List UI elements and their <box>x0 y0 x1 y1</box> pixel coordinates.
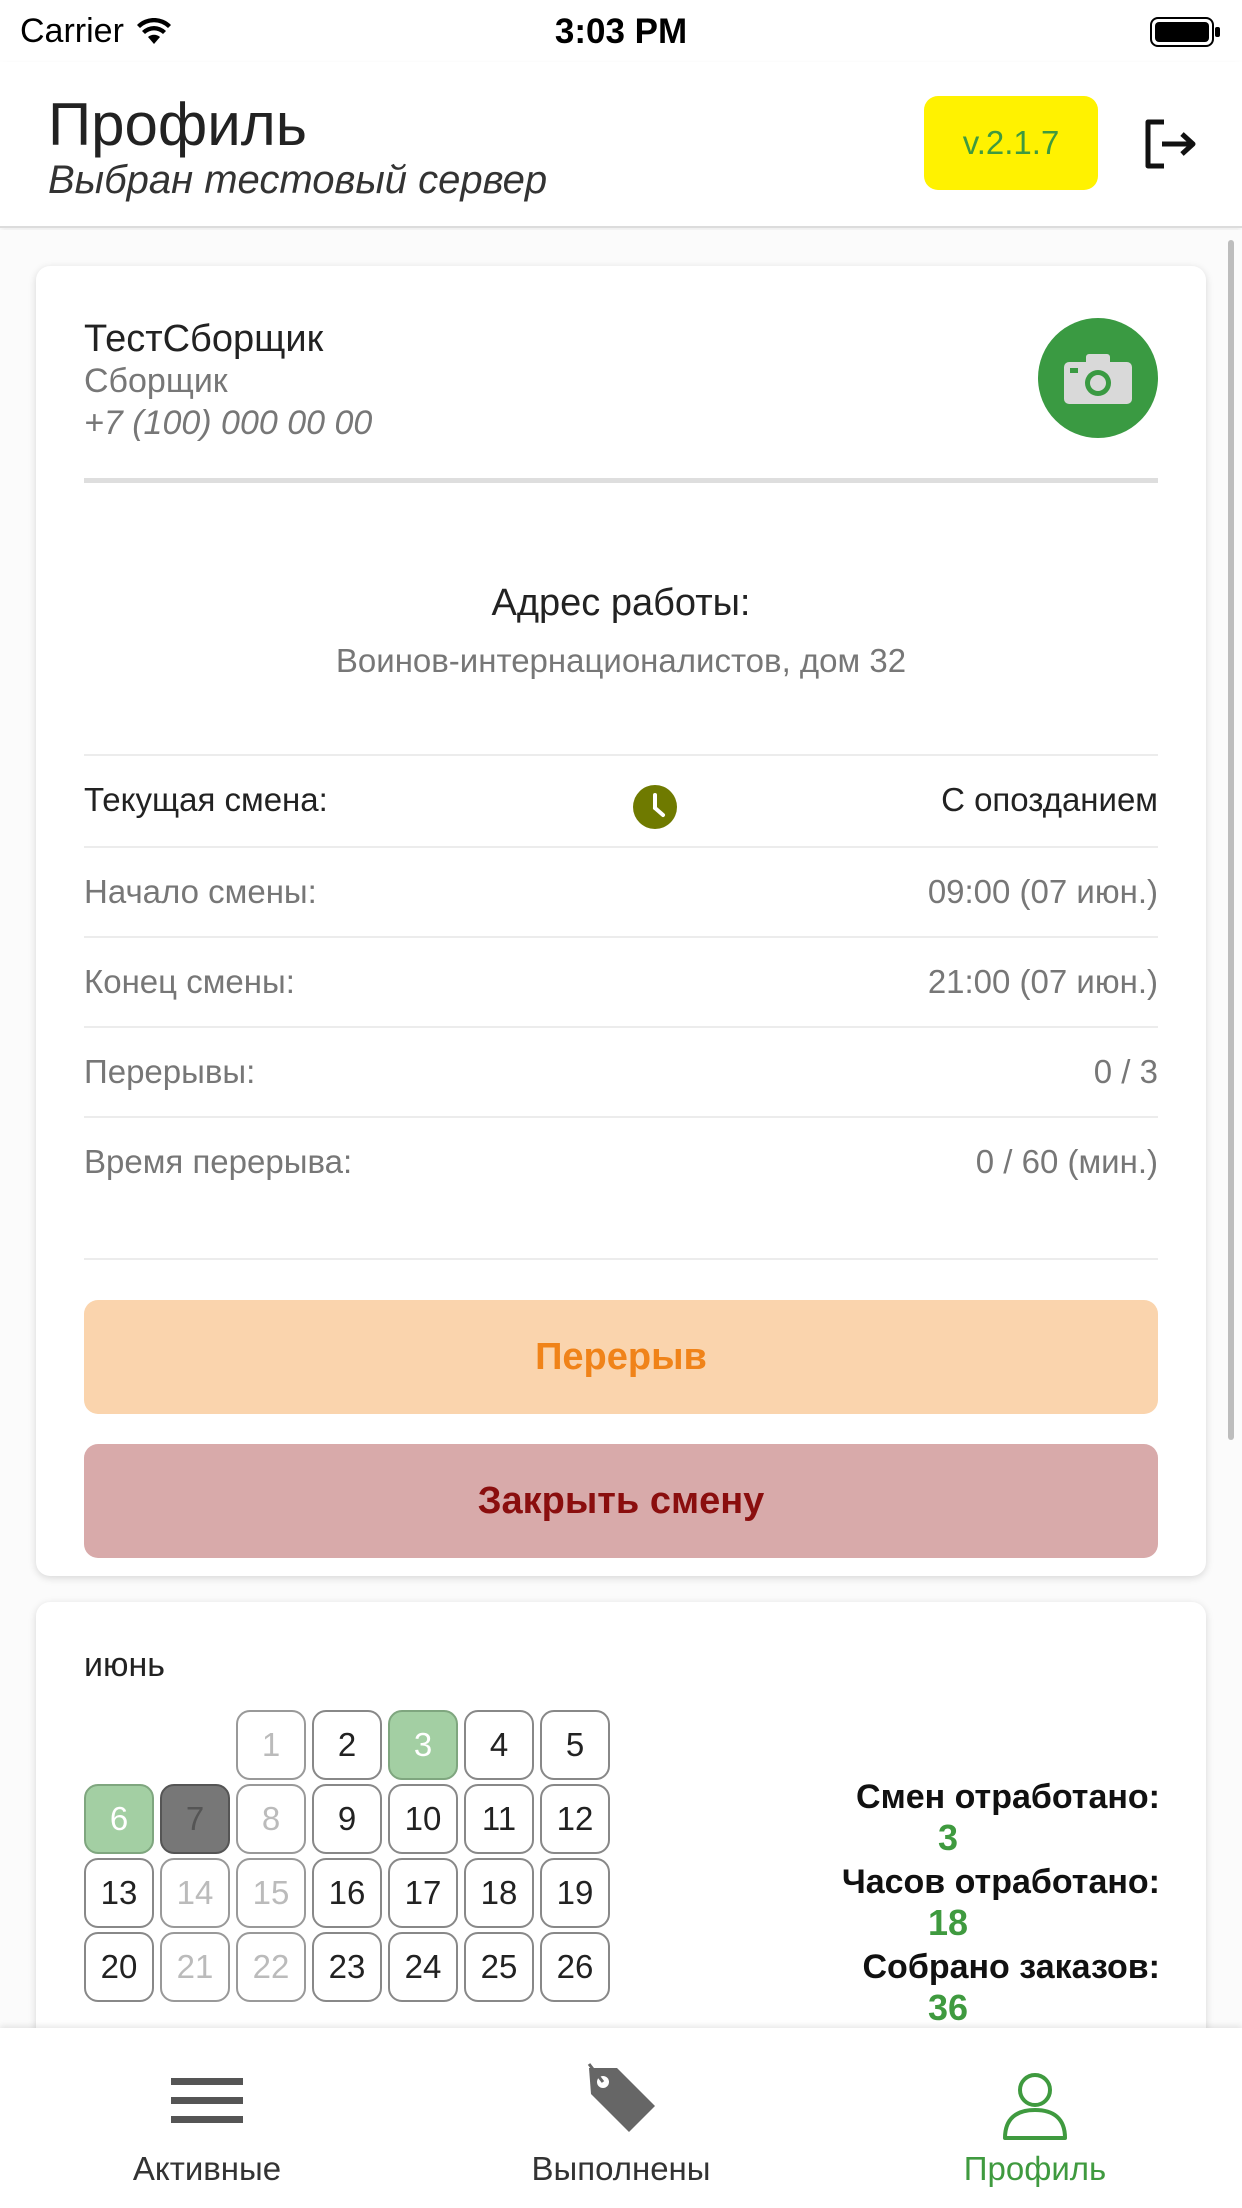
rows-divider <box>84 1258 1158 1260</box>
calendar-day[interactable]: 3 <box>388 1710 458 1780</box>
stat-shifts: Смен отработано: 3 <box>736 1778 1160 1859</box>
stat-hours-value: 18 <box>927 1902 969 1943</box>
logout-icon <box>1145 119 1196 169</box>
stat-orders-label: Собрано заказов: <box>862 1948 1161 1986</box>
stats-panel: Смен отработано: 3 Часов отработано: 18 … <box>736 1778 1160 2028</box>
shift-start-label: Начало смены: <box>84 873 317 910</box>
version-badge[interactable]: v.2.1.7 <box>924 96 1098 190</box>
tag-icon <box>587 2063 655 2132</box>
calendar-day[interactable]: 9 <box>312 1784 382 1854</box>
tab-completed-label: Выполнены <box>531 2150 711 2187</box>
calendar-day[interactable]: 18 <box>464 1858 534 1928</box>
breaks-value: 0 / 3 <box>1093 1053 1158 1090</box>
battery-icon <box>1150 17 1220 47</box>
calendar-day[interactable]: 19 <box>540 1858 610 1928</box>
stat-shifts-value: 3 <box>937 1817 959 1858</box>
status-time: 3:03 PM <box>554 12 688 51</box>
logout-button[interactable] <box>1134 108 1206 180</box>
tab-completed-orders[interactable]: Выполнены <box>414 2028 828 2208</box>
calendar-day[interactable]: 22 <box>236 1932 306 2002</box>
current-shift-row: Текущая смена: С опозданием <box>84 754 1158 844</box>
calendar-day[interactable]: 7 <box>160 1784 230 1854</box>
tab-active-label: Активные <box>132 2150 282 2187</box>
work-address-value: Воинов-интернационалистов, дом 32 <box>335 642 907 679</box>
tab-profile[interactable]: Профиль <box>828 2028 1242 2208</box>
stat-orders-value: 36 <box>927 1987 969 2028</box>
shift-end-row: Конец смены: 21:00 (07 июн.) <box>84 936 1158 1026</box>
calendar-day[interactable]: 21 <box>160 1932 230 2002</box>
calendar-day[interactable]: 10 <box>388 1784 458 1854</box>
stat-hours-label: Часов отработано: <box>841 1863 1160 1901</box>
breaks-label: Перерывы: <box>84 1053 256 1090</box>
calendar-day[interactable]: 12 <box>540 1784 610 1854</box>
tab-active-orders[interactable]: Активные <box>0 2028 414 2208</box>
calendar-day[interactable]: 25 <box>464 1932 534 2002</box>
stat-orders: Собрано заказов: 36 <box>736 1948 1161 2028</box>
calendar-day[interactable]: 24 <box>388 1932 458 2002</box>
calendar-day[interactable]: 1 <box>236 1710 306 1780</box>
calendar-card: июнь 1 2 3 4 5 6 7 8 9 10 11 12 13 14 15 16 17 18 19 20 21 22… <box>36 1602 1206 2028</box>
calendar-day[interactable]: 11 <box>464 1784 534 1854</box>
tab-bar: Активные Выполнены Профиль <box>0 2028 1242 2208</box>
close-shift-button[interactable]: Закрыть смену <box>84 1444 1158 1558</box>
stat-shifts-label: Смен отработано: <box>856 1778 1160 1816</box>
user-role: Сборщик <box>84 362 228 400</box>
camera-icon <box>1064 354 1132 404</box>
calendar-day[interactable]: 4 <box>464 1710 534 1780</box>
profile-divider <box>84 478 1158 483</box>
calendar-day[interactable]: 13 <box>84 1858 154 1928</box>
current-shift-status: С опозданием <box>941 781 1158 818</box>
app-header: Профиль Выбран тестовый сервер v.2.1.7 <box>0 62 1242 228</box>
app-screen: Carrier 3:03 PM Профиль Выбран тестовый … <box>0 0 1242 2208</box>
shift-start-row: Начало смены: 09:00 (07 июн.) <box>84 846 1158 936</box>
tab-profile-label: Профиль <box>963 2150 1107 2187</box>
menu-icon <box>171 2078 243 2123</box>
status-bar: Carrier 3:03 PM <box>0 0 1242 62</box>
scrollbar[interactable] <box>1228 240 1234 1440</box>
month-label: июнь <box>84 1646 165 1684</box>
calendar-day[interactable]: 20 <box>84 1932 154 2002</box>
profile-card: ТестСборщик Сборщик +7 (100) 000 00 00 А… <box>36 266 1206 1576</box>
work-address-label: Адрес работы: <box>491 582 751 624</box>
clock-icon <box>633 785 677 829</box>
calendar-day[interactable]: 16 <box>312 1858 382 1928</box>
calendar-day[interactable]: 5 <box>540 1710 610 1780</box>
shift-start-value: 09:00 (07 июн.) <box>927 873 1158 910</box>
breaks-row: Перерывы: 0 / 3 <box>84 1026 1158 1116</box>
profile-scroll-area[interactable]: ТестСборщик Сборщик +7 (100) 000 00 00 А… <box>0 230 1242 2028</box>
calendar-day[interactable]: 2 <box>312 1710 382 1780</box>
shift-end-value: 21:00 (07 июн.) <box>927 963 1158 1000</box>
calendar-day[interactable]: 6 <box>84 1784 154 1854</box>
calendar-day[interactable]: 23 <box>312 1932 382 2002</box>
shift-end-label: Конец смены: <box>84 963 295 1000</box>
break-time-label: Время перерыва: <box>84 1143 353 1180</box>
calendar-day[interactable]: 15 <box>236 1858 306 1928</box>
calendar-day[interactable]: 26 <box>540 1932 610 2002</box>
person-icon <box>1003 2073 1067 2140</box>
camera-button[interactable] <box>1038 318 1158 438</box>
user-phone: +7 (100) 000 00 00 <box>84 404 373 442</box>
break-time-row: Время перерыва: 0 / 60 (мин.) <box>84 1116 1158 1206</box>
calendar-day[interactable]: 17 <box>388 1858 458 1928</box>
break-time-value: 0 / 60 (мин.) <box>975 1143 1158 1180</box>
page-title: Профиль <box>48 91 308 158</box>
calendar-day[interactable]: 14 <box>160 1858 230 1928</box>
current-shift-label: Текущая смена: <box>84 781 328 818</box>
break-button[interactable]: Перерыв <box>84 1300 1158 1414</box>
stat-hours: Часов отработано: 18 <box>736 1863 1160 1944</box>
server-subtitle: Выбран тестовый сервер <box>48 158 548 202</box>
calendar-day[interactable]: 8 <box>236 1784 306 1854</box>
user-name: ТестСборщик <box>84 318 324 360</box>
